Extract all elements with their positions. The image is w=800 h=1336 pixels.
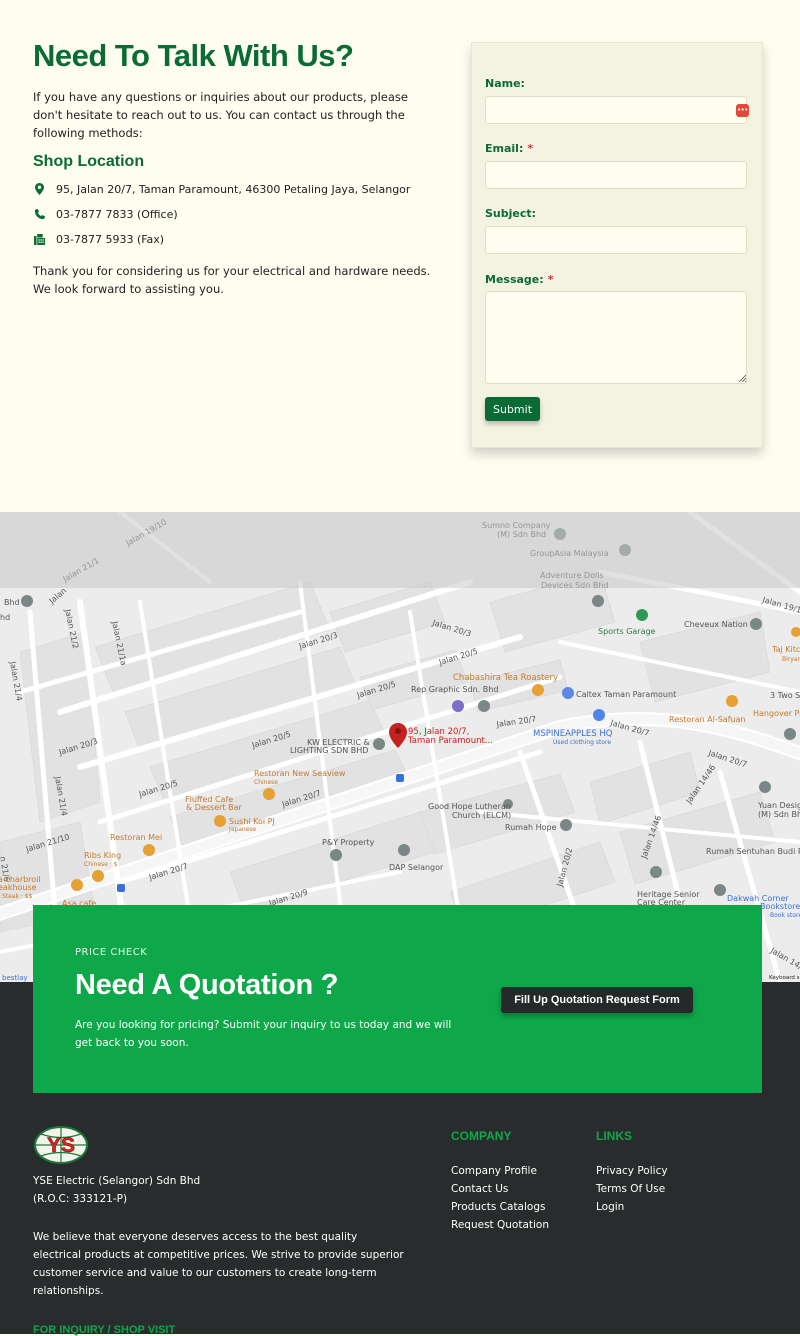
footer-link-login[interactable]: Login xyxy=(596,1198,668,1216)
company-name: YSE Electric (Selangor) Sdn Bhd xyxy=(33,1175,201,1187)
svg-text:Restoran Mei: Restoran Mei xyxy=(110,833,162,842)
svg-text:Keyboard s: Keyboard s xyxy=(769,975,800,981)
company-logo[interactable]: YS xyxy=(33,1125,89,1169)
required-mark: * xyxy=(547,273,554,286)
logo-text: YS xyxy=(47,1134,75,1157)
quote-title: Need A Quotation ? xyxy=(75,969,339,1001)
svg-text:Ribs King: Ribs King xyxy=(84,851,121,860)
svg-text:Bhd: Bhd xyxy=(4,598,20,607)
svg-text:Taman Paramount...: Taman Paramount... xyxy=(407,736,493,746)
office-phone-row[interactable]: 03-7877 7833 (Office) xyxy=(33,205,178,223)
phone-icon xyxy=(33,208,45,220)
name-field-wrap: ••• xyxy=(472,96,762,126)
contact-title: Need To Talk With Us? xyxy=(33,38,354,73)
links-heading: LINKS xyxy=(596,1129,632,1143)
message-field-wrap xyxy=(472,291,762,384)
contact-section: Need To Talk With Us? If you have any qu… xyxy=(0,0,800,512)
fax-text: 03-7877 5933 (Fax) xyxy=(56,232,165,246)
fax-icon xyxy=(33,233,45,245)
svg-text:Church (ELCM): Church (ELCM) xyxy=(452,811,511,820)
company-name-block: YSE Electric (Selangor) Sdn Bhd (R.O.C: … xyxy=(33,1172,200,1208)
svg-text:eakhouse: eakhouse xyxy=(0,883,37,892)
required-mark: * xyxy=(527,142,534,155)
contact-intro: If you have any questions or inquiries a… xyxy=(33,90,408,140)
company-heading: COMPANY xyxy=(451,1129,512,1143)
svg-text:Good Hope Lutheran: Good Hope Lutheran xyxy=(428,802,511,811)
inquiry-heading: FOR INQUIRY / SHOP VISIT xyxy=(33,1324,176,1336)
resize-handle-icon[interactable] xyxy=(738,374,746,382)
svg-text:hd: hd xyxy=(0,613,10,622)
footer-link-company-profile[interactable]: Company Profile xyxy=(451,1162,549,1180)
footer-link-terms-of-use[interactable]: Terms Of Use xyxy=(596,1180,668,1198)
footer-link-products-catalogs[interactable]: Products Catalogs xyxy=(451,1198,549,1216)
svg-text:bestlay: bestlay xyxy=(2,974,28,982)
office-phone-text: 03-7877 7833 (Office) xyxy=(56,207,178,221)
svg-text:Caltex Taman Paramount: Caltex Taman Paramount xyxy=(576,690,676,699)
svg-text:Rep Graphic Sdn. Bhd: Rep Graphic Sdn. Bhd xyxy=(411,685,498,694)
svg-text:Japanese: Japanese xyxy=(228,826,257,833)
svg-text:Hangover Pr: Hangover Pr xyxy=(753,709,800,718)
svg-text:3 Two S: 3 Two S xyxy=(770,691,800,700)
contact-outro: Thank you for considering us for your el… xyxy=(33,264,431,296)
svg-text:Chabashira Tea Roastery: Chabashira Tea Roastery xyxy=(453,673,558,683)
svg-text:Chinese · $: Chinese · $ xyxy=(84,861,118,868)
shop-location-heading: Shop Location xyxy=(33,153,145,170)
address-row: 95, Jalan 20/7, Taman Paramount, 46300 P… xyxy=(33,180,410,198)
subject-label: Subject: xyxy=(485,207,537,220)
svg-text:Restoran New Seaview: Restoran New Seaview xyxy=(254,769,346,778)
svg-text:(M) Sdn Bhd: (M) Sdn Bhd xyxy=(758,810,800,819)
address-text: 95, Jalan 20/7, Taman Paramount, 46300 P… xyxy=(56,182,411,196)
message-label: Message: * xyxy=(485,273,554,286)
subject-input[interactable] xyxy=(485,226,747,254)
svg-text:Sushi Koi PJ: Sushi Koi PJ xyxy=(229,817,275,826)
svg-text:Book store: Book store xyxy=(770,912,800,919)
quote-eyebrow: PRICE CHECK xyxy=(75,947,148,958)
svg-text:DAP Selangor: DAP Selangor xyxy=(389,863,444,872)
svg-text:Rumah Hope: Rumah Hope xyxy=(505,823,557,832)
svg-text:Biryani: Biryani xyxy=(782,656,800,663)
footer-link-request-quotation[interactable]: Request Quotation xyxy=(451,1216,549,1234)
company-links-list: Company Profile Contact Us Products Cata… xyxy=(451,1162,549,1234)
svg-text:Cheveux Nation: Cheveux Nation xyxy=(684,620,748,629)
quote-text: Are you looking for pricing? Submit your… xyxy=(75,1019,452,1049)
footer-link-privacy-policy[interactable]: Privacy Policy xyxy=(596,1162,668,1180)
svg-text:& Dessert Bar: & Dessert Bar xyxy=(186,803,242,812)
message-textarea[interactable] xyxy=(485,291,747,384)
svg-text:Steak · $$: Steak · $$ xyxy=(2,893,33,900)
submit-button[interactable]: Submit xyxy=(485,397,541,421)
svg-text:MSPINEAPPLES HQ: MSPINEAPPLES HQ xyxy=(533,729,613,739)
name-input[interactable] xyxy=(485,96,747,124)
quotation-banner: PRICE CHECK Need A Quotation ? Are you l… xyxy=(33,905,762,1093)
footer-about: We believe that everyone deserves access… xyxy=(33,1231,404,1297)
logo-graphic: YS xyxy=(34,1126,88,1164)
svg-text:Restoran Al-Safuan: Restoran Al-Safuan xyxy=(669,715,746,724)
autofill-icon[interactable]: ••• xyxy=(736,104,749,117)
fax-row: 03-7877 5933 (Fax) xyxy=(33,230,164,248)
map-top-overlay xyxy=(0,512,800,588)
contact-form: Name: ••• Email: * Subject: Message: * Sub… xyxy=(471,42,763,448)
company-roc: (R.O.C: 333121-P) xyxy=(33,1193,128,1205)
email-input[interactable] xyxy=(485,161,747,189)
svg-text:Used clothing store: Used clothing store xyxy=(553,739,611,746)
svg-text:LIGHTING SDN BHD: LIGHTING SDN BHD xyxy=(290,746,368,755)
name-label: Name: xyxy=(485,77,525,90)
svg-text:Yuan Design: Yuan Design xyxy=(757,801,800,810)
email-label: Email: * xyxy=(485,142,534,155)
quotation-request-button[interactable]: Fill Up Quotation Request Form xyxy=(501,987,693,1013)
links-list: Privacy Policy Terms Of Use Login xyxy=(596,1162,668,1216)
footer-link-contact-us[interactable]: Contact Us xyxy=(451,1180,549,1198)
map-marker-icon xyxy=(33,183,45,195)
svg-text:Taj Kitc: Taj Kitc xyxy=(771,645,800,654)
svg-text:P&Y Property: P&Y Property xyxy=(322,838,375,847)
svg-text:Chinese: Chinese xyxy=(254,779,278,786)
svg-text:Bookstore: Bookstore xyxy=(760,902,800,911)
svg-text:Sports Garage: Sports Garage xyxy=(598,627,656,636)
svg-text:Rumah Sentuhan Budi P: Rumah Sentuhan Budi P xyxy=(706,847,800,856)
